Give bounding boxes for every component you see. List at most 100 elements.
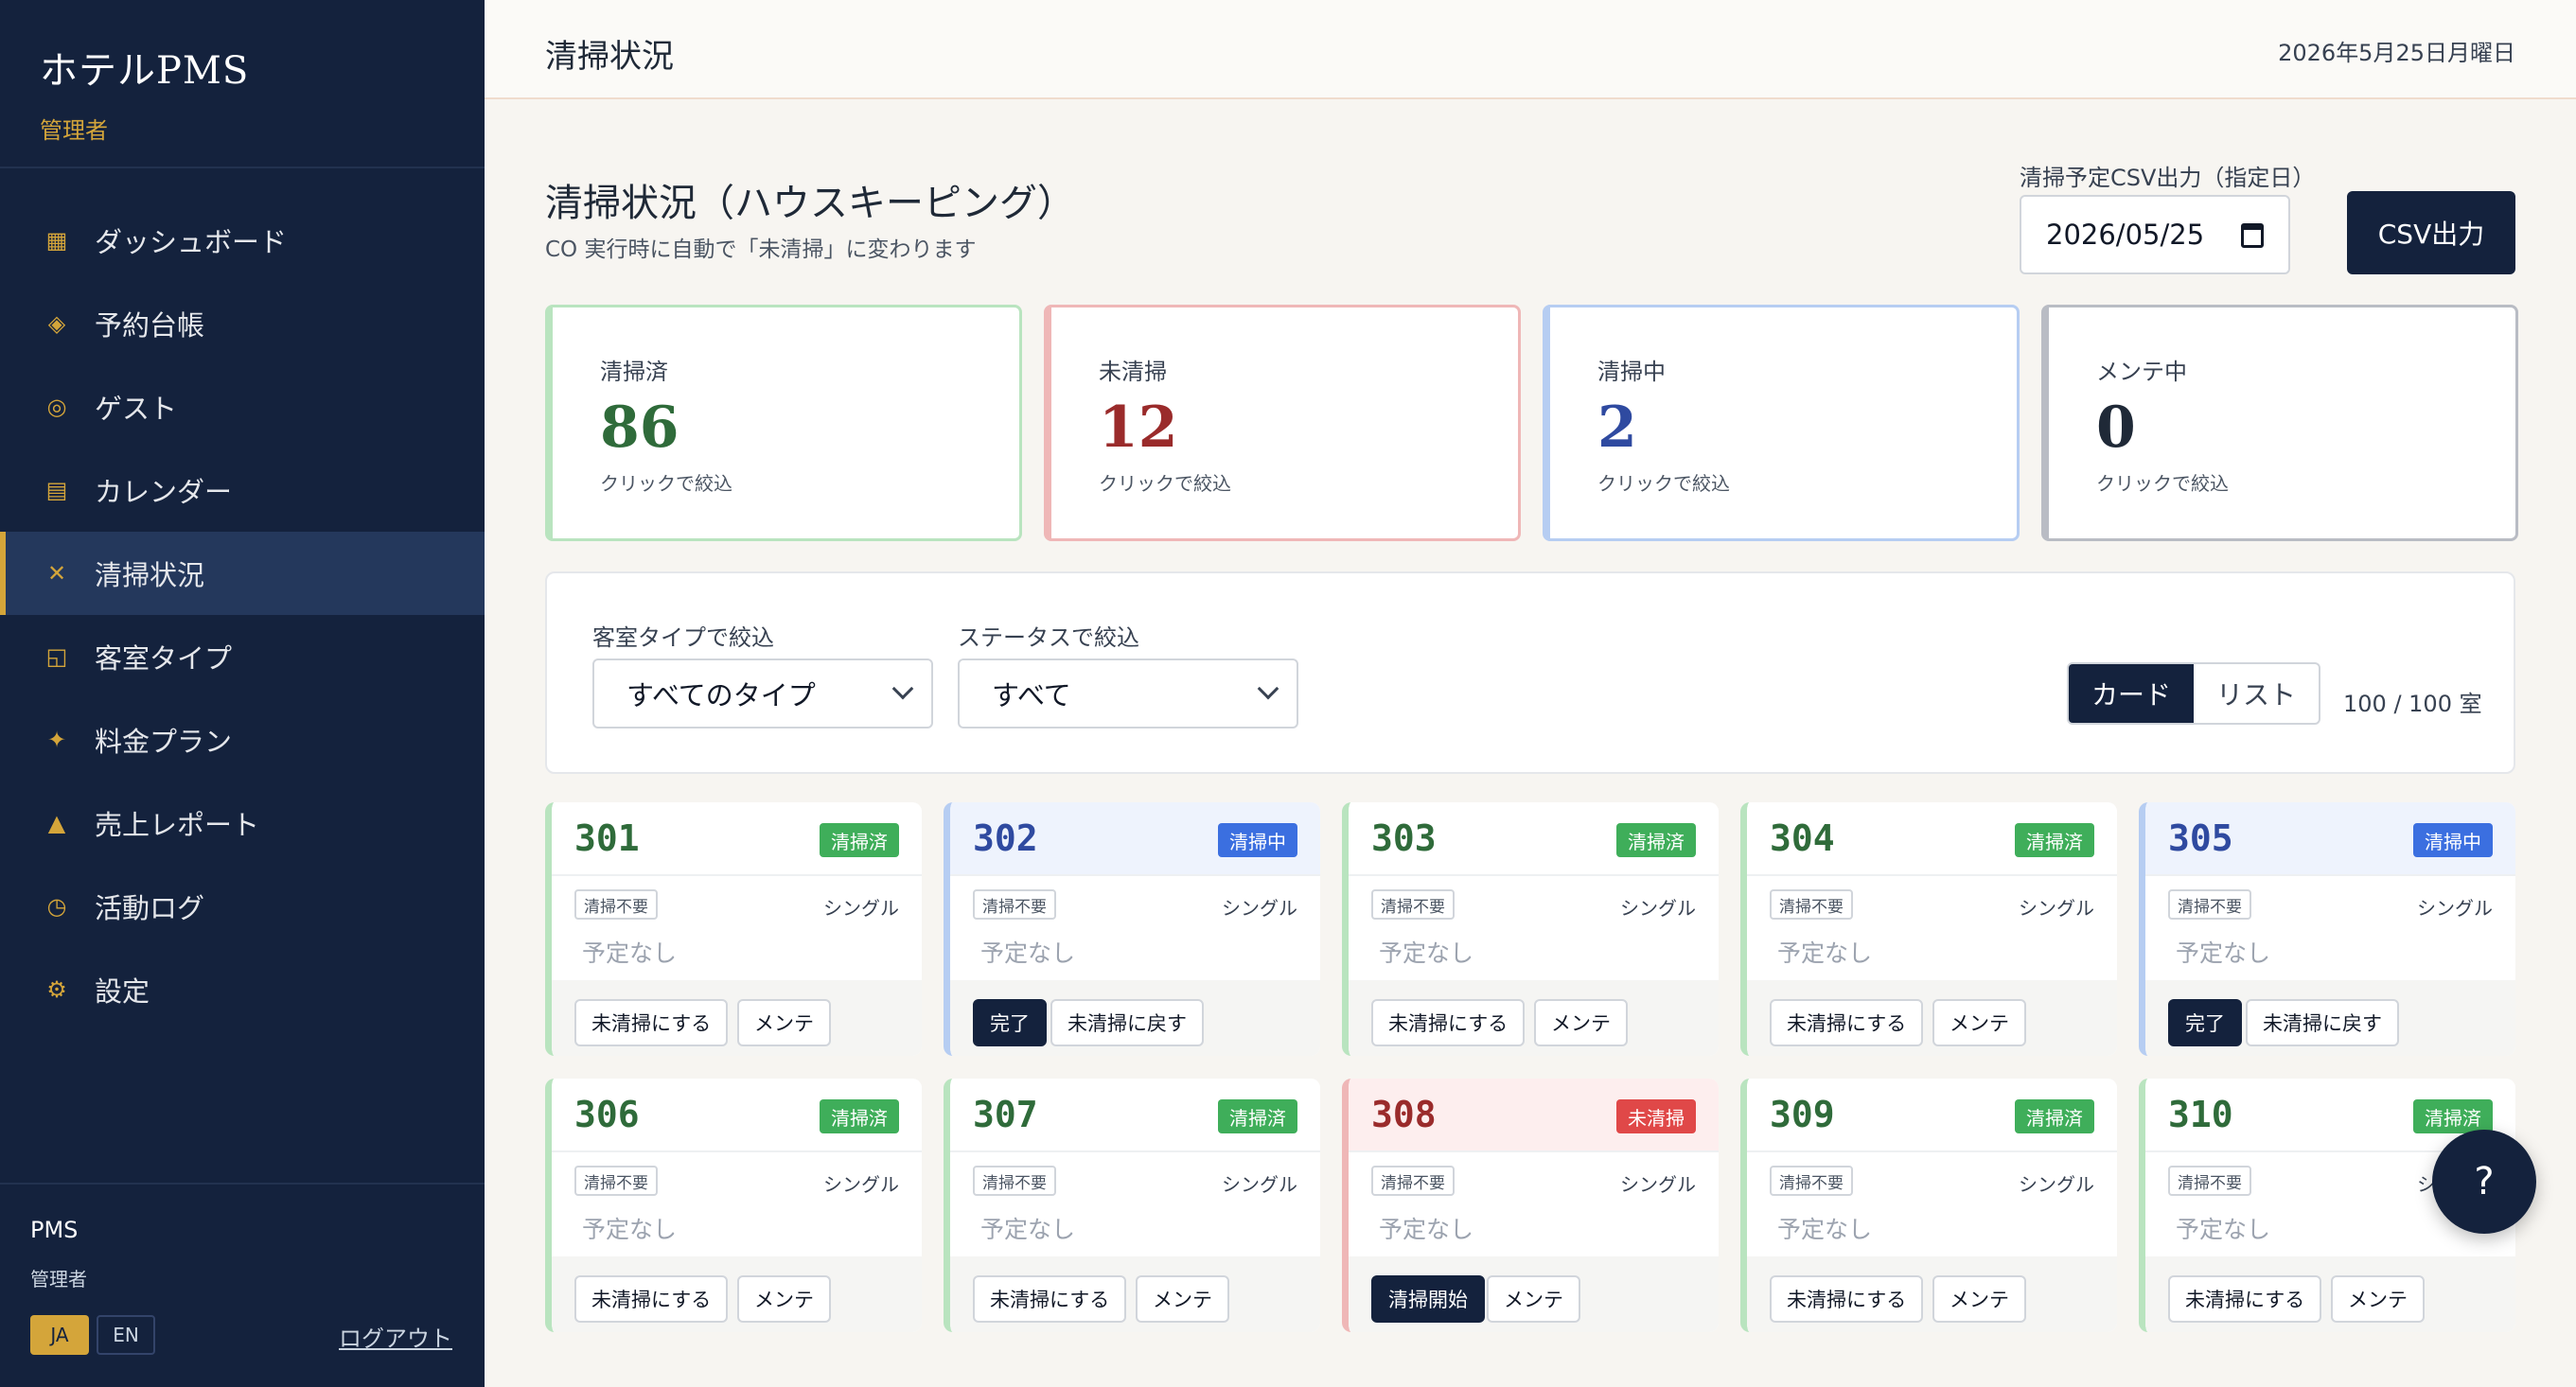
sidebar-item-grid[interactable]: ▦ ダッシュボード [0,199,485,282]
sidebar-item-clock[interactable]: ◷ 活動ログ [0,865,485,948]
room-action-button[interactable]: 未清掃に戻す [1050,999,1204,1046]
room-type: シングル [1222,897,1297,920]
room-action-button[interactable]: 未清掃にする [973,1275,1127,1323]
stat-card-filter[interactable]: 清掃済 86 クリックで絞込 [545,305,1022,541]
stat-value: 12 [1099,395,1178,461]
room-action-button[interactable]: メンテ [737,999,831,1046]
sidebar-item-circle[interactable]: ◎ ゲスト [0,365,485,448]
sidebar-item-label: 売上レポート [95,809,260,841]
sidebar-item-calendar[interactable]: ▤ カレンダー [0,448,485,532]
room-action-button[interactable]: 清掃開始 [1371,1275,1485,1323]
status-badge: 清掃済 [820,823,899,857]
sidebar-item-cross[interactable]: ✕ 清掃状況 [0,532,485,615]
room-action-button[interactable]: メンテ [1534,999,1628,1046]
cleaning-tag: 清掃不要 [574,889,658,920]
room-number: 310 [2168,1094,2233,1135]
calendar-icon[interactable] [2241,223,2264,248]
room-card-header: 303 清掃済 [1349,802,1719,876]
sidebar-item-sparkle[interactable]: ✦ 料金プラン [0,698,485,781]
room-number: 303 [1371,817,1437,859]
top-header: 清掃状況 2026年5月25日月曜日 [485,0,2576,99]
page-title: 清掃状況（ハウスキーピング） [545,182,1075,225]
room-action-button[interactable]: メンテ [737,1275,831,1323]
room-number: 308 [1371,1094,1437,1135]
room-action-button[interactable]: 未清掃にする [1371,999,1526,1046]
room-type: シングル [1620,897,1696,920]
schedule-text: 予定なし [582,939,678,967]
room-action-button[interactable]: 未清掃にする [1770,1275,1924,1323]
status-filter-label: ステータスで絞込 [958,624,1139,651]
lang-ja-button[interactable]: JA [30,1315,89,1355]
room-action-button[interactable]: メンテ [1932,1275,2026,1323]
room-card: 308 未清掃 清掃不要 シングル 予定なし 清掃開始 メンテ [1342,1079,1719,1332]
room-card: 305 清掃中 清掃不要 シングル 予定なし 完了 未清掃に戻す [2139,802,2515,1056]
status-badge: 清掃済 [1218,1099,1297,1133]
stat-label: メンテ中 [2096,359,2187,385]
page-subtitle: CO 実行時に自動で「未清掃」に変わります [545,237,977,262]
sidebar-item-gear[interactable]: ⚙ 設定 [0,948,485,1031]
room-action-button[interactable]: 未清掃に戻す [2246,999,2399,1046]
room-card: 307 清掃済 清掃不要 シングル 予定なし 未清掃にする メンテ [944,1079,1320,1332]
room-number: 301 [574,817,640,859]
sidebar-divider [0,167,485,168]
circle-icon: ◎ [46,394,67,420]
sidebar-item-diamond[interactable]: ◈ 予約台帳 [0,282,485,365]
stat-card-filter[interactable]: 未清掃 12 クリックで絞込 [1044,305,1521,541]
stat-card-filter[interactable]: 清掃中 2 クリックで絞込 [1543,305,2020,541]
room-card: 301 清掃済 清掃不要 シングル 予定なし 未清掃にする メンテ [545,802,922,1056]
status-badge: 清掃済 [1616,823,1696,857]
footer-user-role: 管理者 [30,1268,87,1290]
sidebar-item-label: ダッシュボード [95,226,288,258]
lang-en-button[interactable]: EN [97,1315,155,1355]
sidebar-item-label: 料金プラン [95,726,233,758]
schedule-text: 予定なし [980,1216,1076,1243]
sidebar-item-label: カレンダー [95,476,233,508]
room-card: 302 清掃中 清掃不要 シングル 予定なし 完了 未清掃に戻す [944,802,1320,1056]
room-action-button[interactable]: メンテ [1136,1275,1229,1323]
room-action-button[interactable]: 未清掃にする [2168,1275,2322,1323]
brand-title: ホテルPMS [40,49,250,93]
room-action-button[interactable]: 未清掃にする [574,999,729,1046]
room-card: 306 清掃済 清掃不要 シングル 予定なし 未清掃にする メンテ [545,1079,922,1332]
sidebar-item-room[interactable]: ◱ 客室タイプ [0,615,485,698]
status-badge: 清掃済 [2413,1099,2493,1133]
grid-icon: ▦ [45,227,68,254]
schedule-text: 予定なし [1777,939,1873,967]
cleaning-tag: 清掃不要 [973,889,1056,920]
room-type: シングル [2019,897,2094,920]
sidebar-item-triangle[interactable]: ▲ 売上レポート [0,781,485,865]
status-select[interactable]: すべて [958,658,1298,729]
room-actions: 完了 未清掃に戻す [2145,980,2515,1056]
room-actions: 完了 未清掃に戻す [950,980,1320,1056]
cleaning-tag: 清掃不要 [2168,889,2251,920]
logout-link[interactable]: ログアウト [339,1320,452,1353]
view-card-button[interactable]: カード [2069,664,2194,723]
room-action-button[interactable]: 完了 [2168,999,2242,1046]
header-date: 2026年5月25日月曜日 [2278,40,2515,66]
view-list-button[interactable]: リスト [2194,664,2319,723]
room-action-button[interactable]: メンテ [2331,1275,2425,1323]
room-action-button[interactable]: 未清掃にする [1770,999,1924,1046]
clock-icon: ◷ [46,893,67,920]
help-button[interactable]: ? [2432,1130,2536,1234]
room-type-select[interactable]: すべてのタイプ [592,658,933,729]
room-type: シングル [2019,1173,2094,1196]
room-action-button[interactable]: 完了 [973,999,1047,1046]
cleaning-tag: 清掃不要 [1770,1166,1853,1196]
room-card: 303 清掃済 清掃不要 シングル 予定なし 未清掃にする メンテ [1342,802,1719,1056]
gear-icon: ⚙ [46,976,67,1003]
stat-label: 未清掃 [1099,359,1167,385]
room-card-header: 301 清掃済 [552,802,922,876]
room-actions: 未清掃にする メンテ [552,1256,922,1332]
triangle-icon: ▲ [47,810,66,836]
csv-date-input[interactable]: 2026/05/25 [2020,195,2290,274]
room-type: シングル [1620,1173,1696,1196]
schedule-text: 予定なし [2176,1216,2271,1243]
room-action-button[interactable]: メンテ [1932,999,2026,1046]
room-actions: 清掃開始 メンテ [1349,1256,1719,1332]
stat-card-filter[interactable]: メンテ中 0 クリックで絞込 [2041,305,2518,541]
room-action-button[interactable]: 未清掃にする [574,1275,729,1323]
room-action-button[interactable]: メンテ [1487,1275,1580,1323]
room-card-header: 305 清掃中 [2145,802,2515,876]
csv-export-button[interactable]: CSV出力 [2347,191,2515,274]
